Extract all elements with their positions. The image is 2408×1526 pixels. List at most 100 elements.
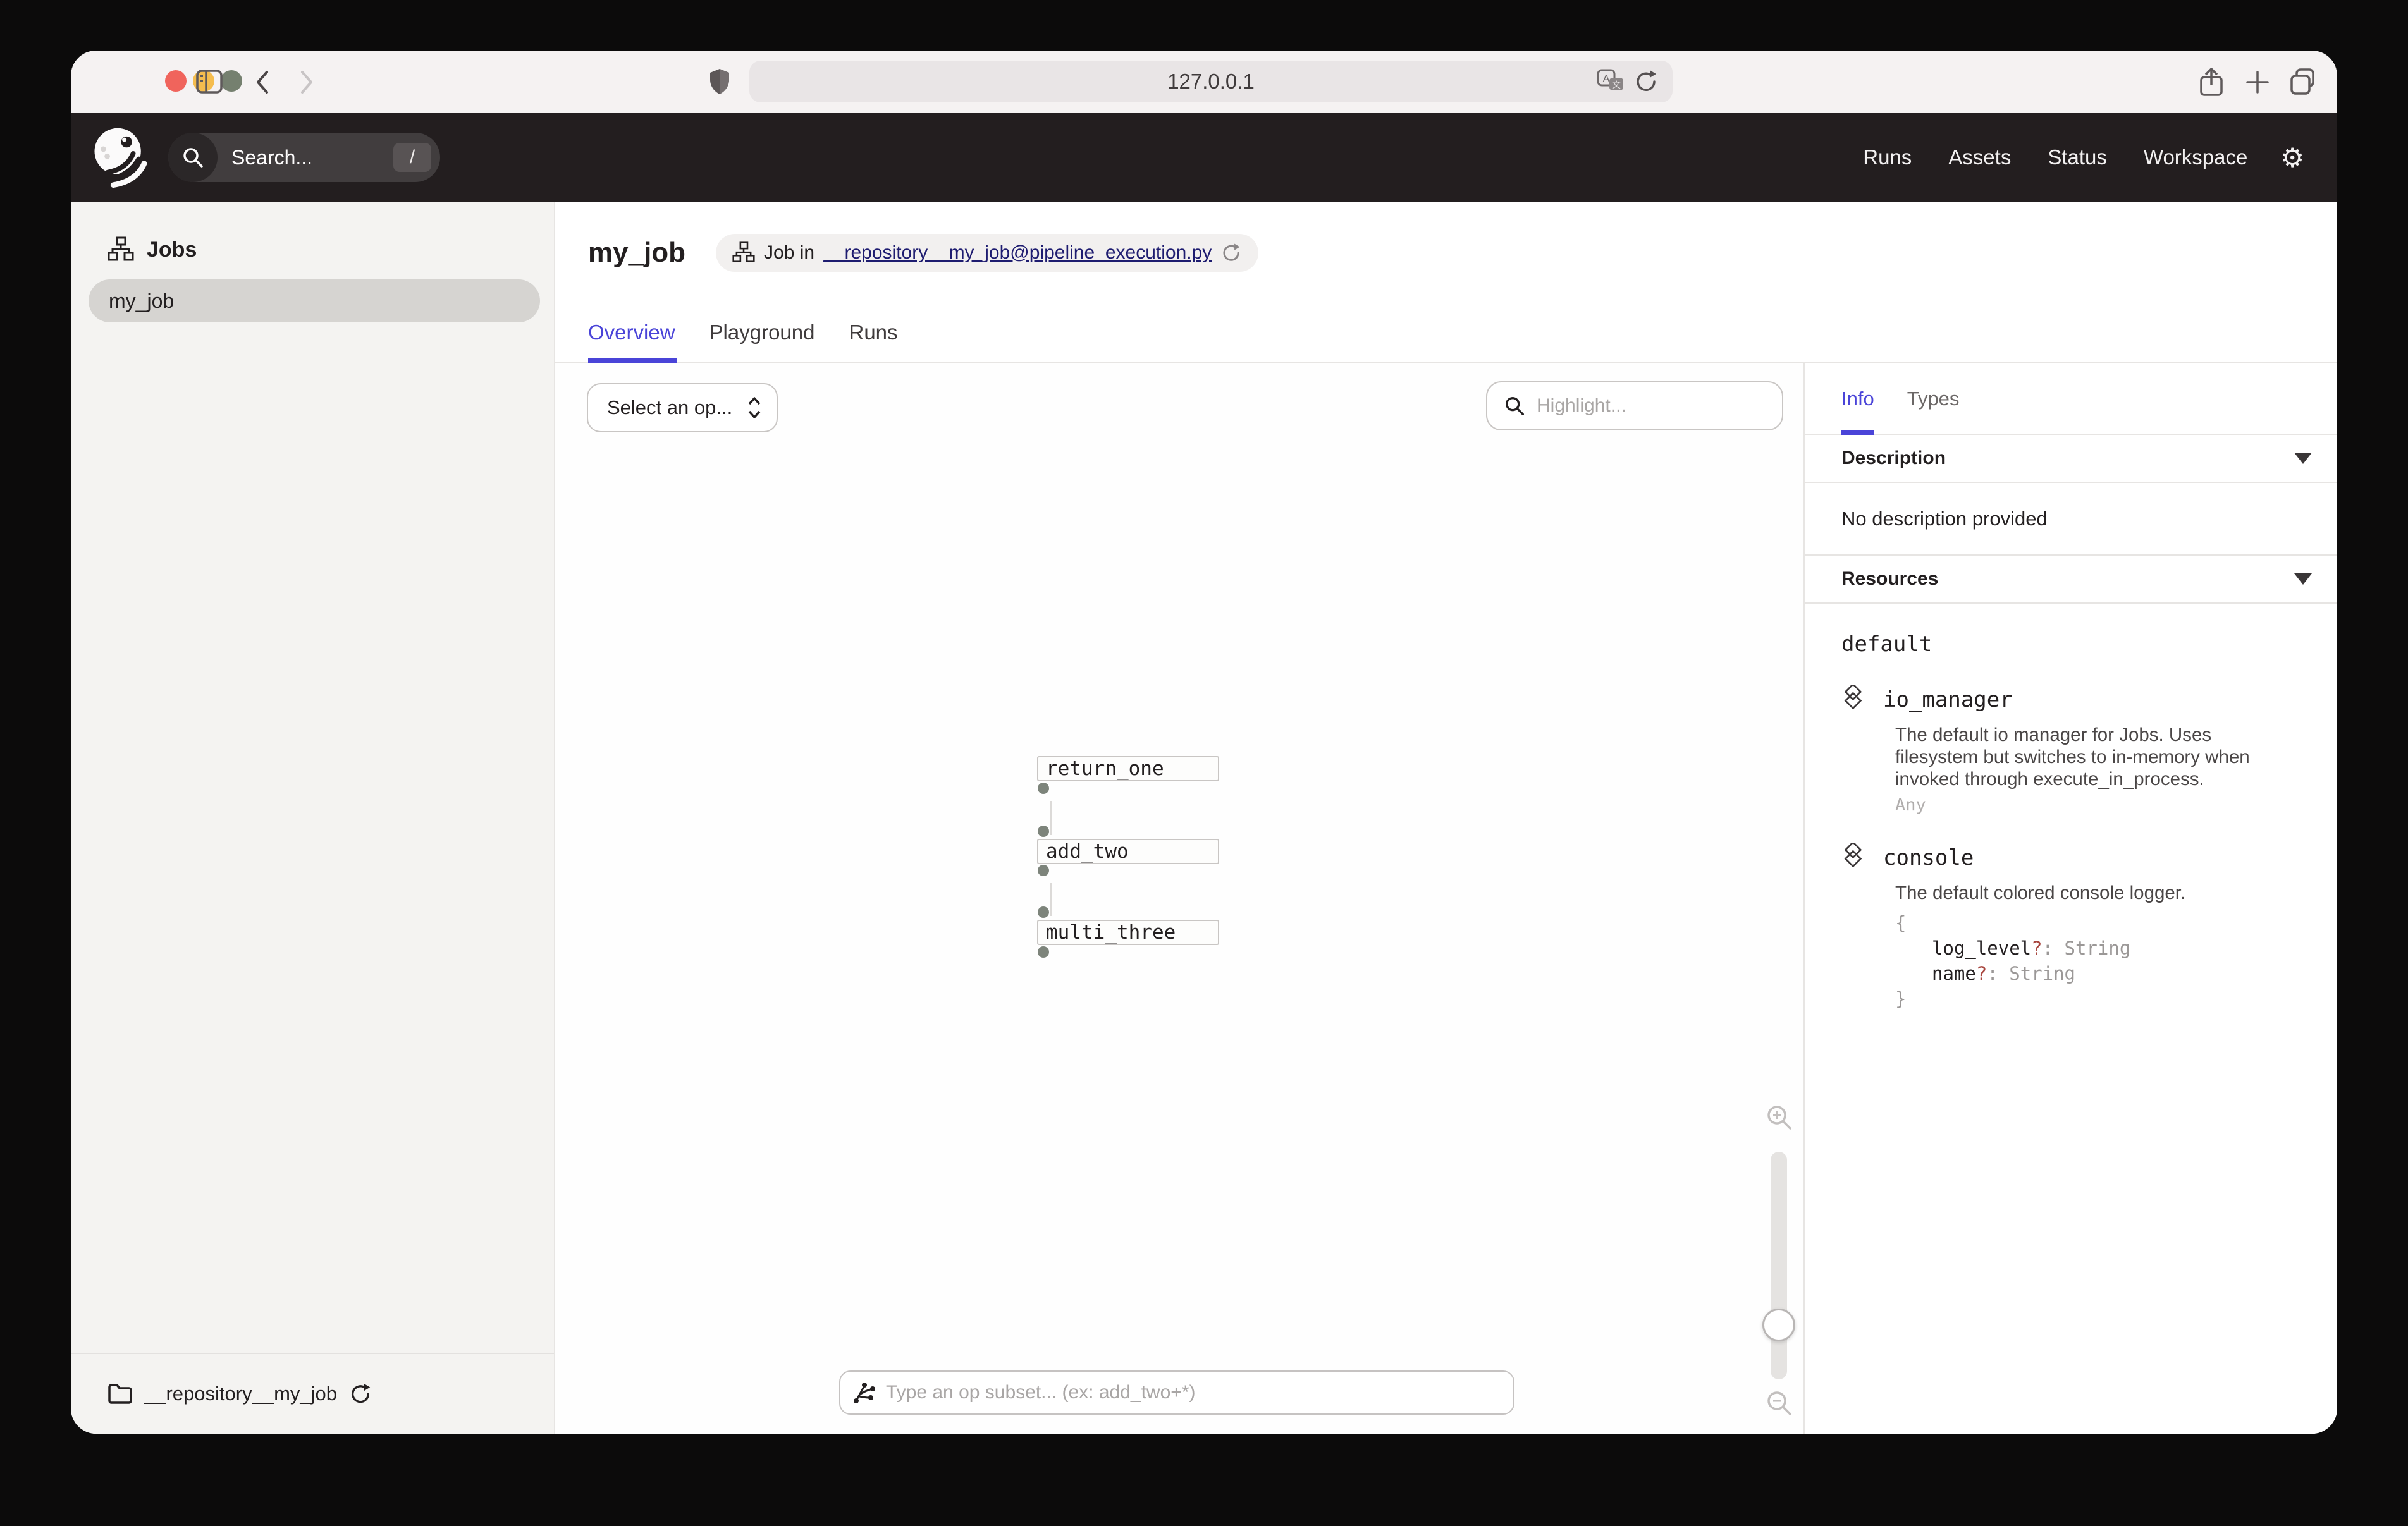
- repository-label: __repository__my_job: [144, 1383, 337, 1405]
- op-selector-label: Select an op...: [607, 396, 734, 419]
- resource-icon: [1841, 685, 1869, 715]
- search-icon: [1502, 394, 1526, 418]
- tab-overview[interactable]: Overview: [588, 320, 675, 362]
- new-tab-icon[interactable]: [2245, 70, 2270, 95]
- field-sep: :: [1987, 963, 1998, 984]
- job-tabs: Overview Playground Runs: [555, 303, 2337, 363]
- page-title: my_job: [588, 237, 685, 269]
- zoom-out-icon[interactable]: [1765, 1389, 1794, 1418]
- sidebar-title: Jobs: [147, 238, 197, 262]
- output-port-dot: [1038, 946, 1049, 958]
- tab-runs[interactable]: Runs: [849, 320, 897, 362]
- jobs-heading: Jobs: [71, 202, 554, 263]
- resource-icon: [1841, 843, 1869, 873]
- field-optional: ?: [1976, 963, 1987, 984]
- back-button[interactable]: [250, 68, 276, 96]
- op-subset-input[interactable]: [886, 1382, 1501, 1403]
- translate-icon[interactable]: A文: [1597, 69, 1625, 94]
- browser-toolbar: 127.0.0.1 A文: [71, 51, 2337, 113]
- output-port-dot: [1038, 865, 1049, 876]
- left-sidebar: Jobs my_job __repository__my_job: [71, 202, 555, 1434]
- gear-icon[interactable]: ⚙: [2280, 142, 2304, 173]
- nav-status[interactable]: Status: [2048, 145, 2107, 169]
- resource-name: io_manager: [1883, 687, 2013, 712]
- field-sep: :: [2042, 937, 2053, 959]
- highlight-input[interactable]: [1537, 395, 1769, 417]
- info-panel: Info Types Description No description pr…: [1803, 363, 2337, 1434]
- op-node-multi-three[interactable]: multi_three: [1037, 920, 1219, 945]
- zoom-slider-track[interactable]: [1771, 1152, 1787, 1379]
- description-body: No description provided: [1841, 508, 2048, 530]
- zoom-slider-knob[interactable]: [1762, 1309, 1795, 1341]
- address-bar[interactable]: 127.0.0.1 A文: [749, 61, 1673, 102]
- collapse-arrow-icon: [2294, 453, 2312, 464]
- top-nav: Runs Assets Status Workspace: [1863, 145, 2247, 169]
- op-node-return-one[interactable]: return_one: [1037, 756, 1219, 781]
- global-search-input[interactable]: Search... /: [168, 133, 440, 182]
- resource-description: The default io manager for Jobs. Uses fi…: [1895, 724, 2294, 790]
- edge-return-one-add-two: [1050, 801, 1052, 835]
- tab-overview-icon[interactable]: [2288, 67, 2318, 97]
- collapse-arrow-icon: [2294, 573, 2312, 585]
- op-node-label: return_one: [1046, 757, 1164, 780]
- badge-repo-link[interactable]: __repository__my_job@pipeline_execution.…: [823, 242, 1212, 264]
- op-node-add-two[interactable]: add_two: [1037, 839, 1219, 864]
- op-subset-box[interactable]: [839, 1370, 1514, 1415]
- edge-add-two-multi-three: [1050, 883, 1052, 916]
- input-port-dot: [1038, 906, 1049, 918]
- share-icon[interactable]: [2197, 67, 2225, 97]
- output-port-dot: [1038, 783, 1049, 794]
- badge-reload-icon[interactable]: [1220, 242, 1242, 264]
- section-title: Description: [1841, 448, 1946, 469]
- op-selector-button[interactable]: Select an op...: [587, 383, 778, 432]
- resource-group-name: default: [1841, 632, 2312, 657]
- forward-button[interactable]: [293, 68, 319, 96]
- nav-workspace[interactable]: Workspace: [2144, 145, 2247, 169]
- resource-io-manager: io_manager The default io manager for Jo…: [1841, 685, 2312, 815]
- main-area: my_job Job in __repository__my_job@pipel…: [555, 202, 2337, 1434]
- close-window-button[interactable]: [165, 70, 187, 92]
- resource-console: console The default colored console logg…: [1841, 843, 2312, 1011]
- input-port-dot: [1038, 826, 1049, 837]
- sidebar-item-my-job[interactable]: my_job: [89, 279, 540, 322]
- app-header: Search... / Runs Assets Status Workspace…: [71, 113, 2337, 202]
- field-name: name: [1932, 963, 1976, 984]
- op-subset-graph-icon: [852, 1380, 877, 1405]
- op-graph-pane[interactable]: Select an op... return_one: [555, 363, 1803, 1434]
- config-schema: { log_level?: String name?: String }: [1895, 910, 2312, 1011]
- highlight-search-box[interactable]: [1486, 381, 1783, 430]
- description-section-header[interactable]: Description: [1805, 435, 2337, 483]
- search-shortcut-badge: /: [393, 143, 431, 172]
- sidebar-item-label: my_job: [109, 290, 174, 313]
- nav-runs[interactable]: Runs: [1863, 145, 1912, 169]
- resources-section-header[interactable]: Resources: [1805, 556, 2337, 604]
- dagster-logo[interactable]: [92, 127, 153, 188]
- tab-playground[interactable]: Playground: [710, 320, 815, 362]
- resource-description: The default colored console logger.: [1895, 882, 2294, 904]
- reload-icon[interactable]: [1633, 69, 1659, 94]
- job-graph-icon: [732, 241, 755, 264]
- panel-tab-types[interactable]: Types: [1907, 363, 1960, 434]
- nav-assets[interactable]: Assets: [1948, 145, 2011, 169]
- panel-tab-info[interactable]: Info: [1841, 363, 1874, 434]
- field-type: String: [2009, 963, 2075, 984]
- field-name: log_level: [1932, 937, 2031, 959]
- search-icon: [168, 133, 218, 182]
- field-optional: ?: [2031, 937, 2042, 959]
- panel-tabs: Info Types: [1805, 363, 2337, 435]
- zoom-window-button[interactable]: [221, 70, 242, 92]
- folder-icon: [108, 1383, 133, 1405]
- repository-row[interactable]: __repository__my_job: [71, 1353, 554, 1434]
- svg-text:文: 文: [1612, 80, 1621, 90]
- resource-name: console: [1883, 845, 1974, 870]
- browser-window: 127.0.0.1 A文: [71, 51, 2337, 1434]
- zoom-in-icon[interactable]: [1765, 1103, 1794, 1132]
- job-origin-badge: Job in __repository__my_job@pipeline_exe…: [716, 234, 1258, 272]
- field-type: String: [2065, 937, 2131, 959]
- shield-icon[interactable]: [707, 67, 732, 96]
- badge-prefix: Job in: [764, 242, 814, 264]
- repo-reload-icon[interactable]: [348, 1382, 372, 1406]
- sidebar-toggle-icon[interactable]: [195, 67, 224, 96]
- brace: }: [1895, 988, 1906, 1010]
- svg-text:A: A: [1602, 73, 1610, 85]
